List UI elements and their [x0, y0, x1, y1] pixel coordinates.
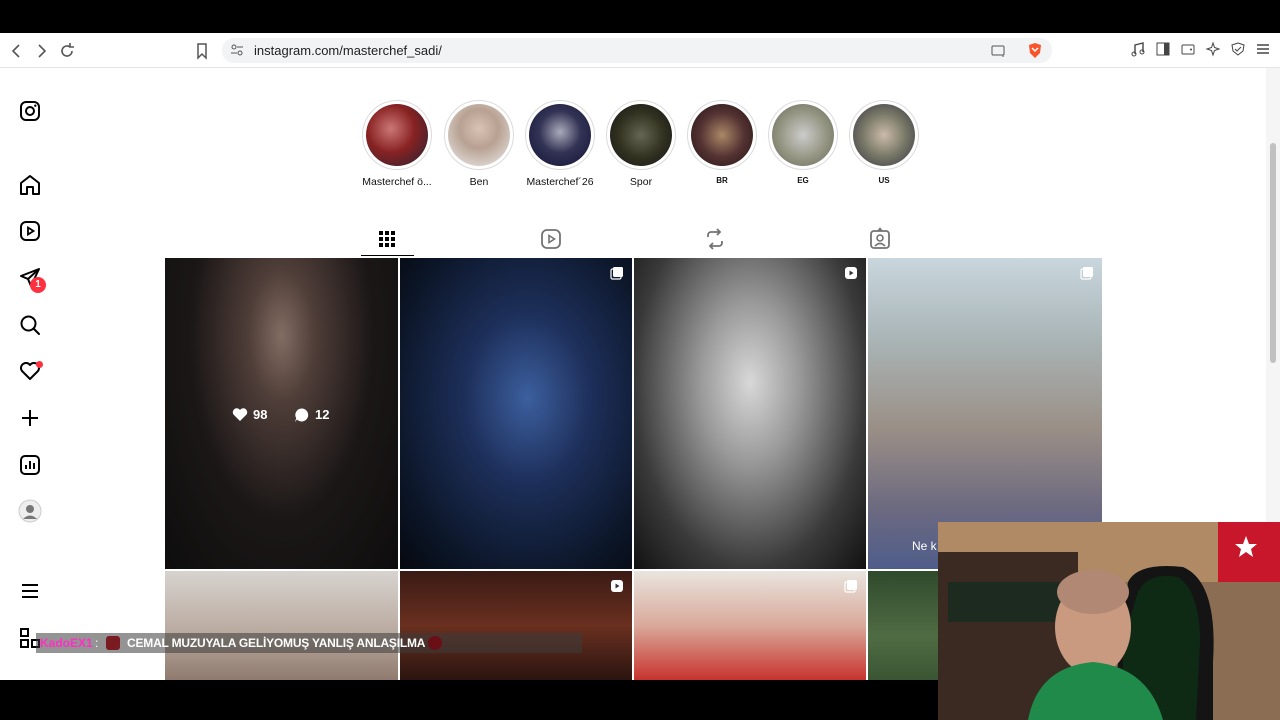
cast-icon[interactable]: [990, 43, 1006, 59]
comments-count: 12: [315, 407, 330, 422]
highlight-item[interactable]: EG: [761, 100, 845, 185]
highlight-item[interactable]: Ben: [437, 100, 521, 188]
highlight-item[interactable]: BR: [680, 100, 764, 185]
chat-message-text: CEMAL MUZUYALA GELİYOMUŞ YANLIŞ ANLAŞILM…: [127, 636, 426, 650]
highlight-label: EG: [797, 176, 809, 185]
bottom-black-bar: [0, 680, 938, 720]
browser-toolbar: instagram.com/masterchef_sadi/: [0, 33, 1280, 68]
highlight-ring: [768, 100, 838, 170]
post-thumbnail[interactable]: [165, 571, 398, 680]
site-settings-icon[interactable]: [230, 43, 244, 57]
highlight-label: Masterchef´26: [526, 176, 594, 188]
reel-badge-icon: [611, 580, 623, 592]
bookmark-icon: [197, 43, 207, 60]
highlight-label: BR: [716, 176, 728, 185]
highlight-cover-image: [366, 104, 428, 166]
vpn-icon[interactable]: [1230, 41, 1246, 57]
highlight-cover-image: [772, 104, 834, 166]
active-tab-underline: [361, 255, 414, 256]
posts-grid-icon[interactable]: [375, 227, 399, 251]
reel-badge-icon: [845, 267, 857, 279]
post-caption-fragment: Ne k: [912, 539, 937, 553]
reload-icon: [61, 43, 74, 57]
leo-ai-icon[interactable]: [1205, 41, 1221, 57]
post-thumbnail[interactable]: [634, 258, 866, 569]
comments-bubble-icon: [295, 408, 309, 422]
emote-icon: [428, 636, 442, 650]
highlight-ring: [444, 100, 514, 170]
back-icon: [11, 44, 20, 58]
highlight-label: Spor: [629, 176, 653, 188]
notification-dot: [36, 361, 43, 368]
instagram-logo-icon[interactable]: [18, 99, 42, 123]
reposts-icon[interactable]: [703, 227, 727, 251]
carousel-badge-icon: [1080, 267, 1093, 280]
highlight-item[interactable]: Masterchef ö...: [355, 100, 439, 188]
more-menu-icon[interactable]: [18, 579, 42, 603]
post-thumbnail[interactable]: [400, 571, 632, 680]
highlight-cover-image: [853, 104, 915, 166]
address-bar[interactable]: instagram.com/masterchef_sadi/: [222, 38, 1052, 63]
tagged-icon[interactable]: [868, 227, 892, 251]
highlight-cover-image: [529, 104, 591, 166]
highlight-item[interactable]: Masterchef´26: [518, 100, 602, 188]
post-hover-overlay: 98 12: [165, 258, 398, 569]
messages-badge: 1: [30, 277, 46, 293]
search-icon[interactable]: [18, 313, 42, 337]
wallet-icon[interactable]: [1180, 41, 1196, 57]
highlight-ring: [362, 100, 432, 170]
chat-username: KadoEX1: [40, 636, 93, 650]
profile-avatar-icon[interactable]: [18, 499, 42, 523]
reels-icon[interactable]: [539, 227, 563, 251]
sidebar-toggle-icon[interactable]: [1155, 41, 1171, 57]
carousel-badge-icon: [844, 580, 857, 593]
highlight-label: US: [878, 176, 890, 185]
back-button[interactable]: [7, 41, 27, 61]
reload-button[interactable]: [57, 41, 77, 61]
screen: instagram.com/masterchef_sadi/ 1 Masterc…: [0, 0, 1280, 720]
music-icon[interactable]: [1130, 41, 1146, 57]
fez-emote-icon: [106, 636, 120, 650]
forward-button[interactable]: [31, 41, 51, 61]
url-text: instagram.com/masterchef_sadi/: [254, 43, 442, 58]
likes-heart-icon: [232, 408, 248, 421]
forward-icon: [38, 44, 47, 58]
dashboard-icon[interactable]: [18, 453, 42, 477]
highlight-ring: [525, 100, 595, 170]
highlight-label: Ben: [469, 176, 489, 188]
highlight-ring: [687, 100, 757, 170]
home-icon[interactable]: [18, 173, 42, 197]
instagram-sidebar: 1: [0, 68, 60, 680]
menu-icon[interactable]: [1255, 41, 1271, 57]
brave-shield-icon[interactable]: [1027, 42, 1043, 59]
likes-count: 98: [253, 407, 268, 422]
highlight-cover-image: [448, 104, 510, 166]
post-thumbnail[interactable]: [634, 571, 866, 680]
create-plus-icon[interactable]: [18, 406, 42, 430]
stream-chat-message: KadoEX1 : CEMAL MUZUYALA GELİYOMUŞ YANLI…: [36, 633, 582, 653]
post-thumbnail[interactable]: [400, 258, 632, 569]
bookmark-button[interactable]: [192, 41, 212, 61]
scrollbar-thumb[interactable]: [1270, 143, 1276, 363]
highlight-cover-image: [691, 104, 753, 166]
highlight-label: Masterchef ö...: [362, 176, 432, 188]
top-black-bar: [0, 0, 1280, 32]
highlight-cover-image: [610, 104, 672, 166]
post-thumbnail[interactable]: 98 12: [165, 258, 398, 569]
highlight-ring: [849, 100, 919, 170]
carousel-badge-icon: [610, 267, 623, 280]
reels-nav-icon[interactable]: [18, 219, 42, 243]
story-highlights: Masterchef ö... Ben Masterchef´26 Spor B…: [355, 100, 935, 195]
highlight-ring: [606, 100, 676, 170]
chat-separator: :: [95, 636, 99, 650]
streamer-webcam-overlay: [938, 522, 1280, 720]
profile-tabs: [165, 223, 1102, 258]
webcam-image: [938, 522, 1280, 720]
highlight-item[interactable]: US: [842, 100, 926, 185]
highlight-item[interactable]: Spor: [599, 100, 683, 188]
